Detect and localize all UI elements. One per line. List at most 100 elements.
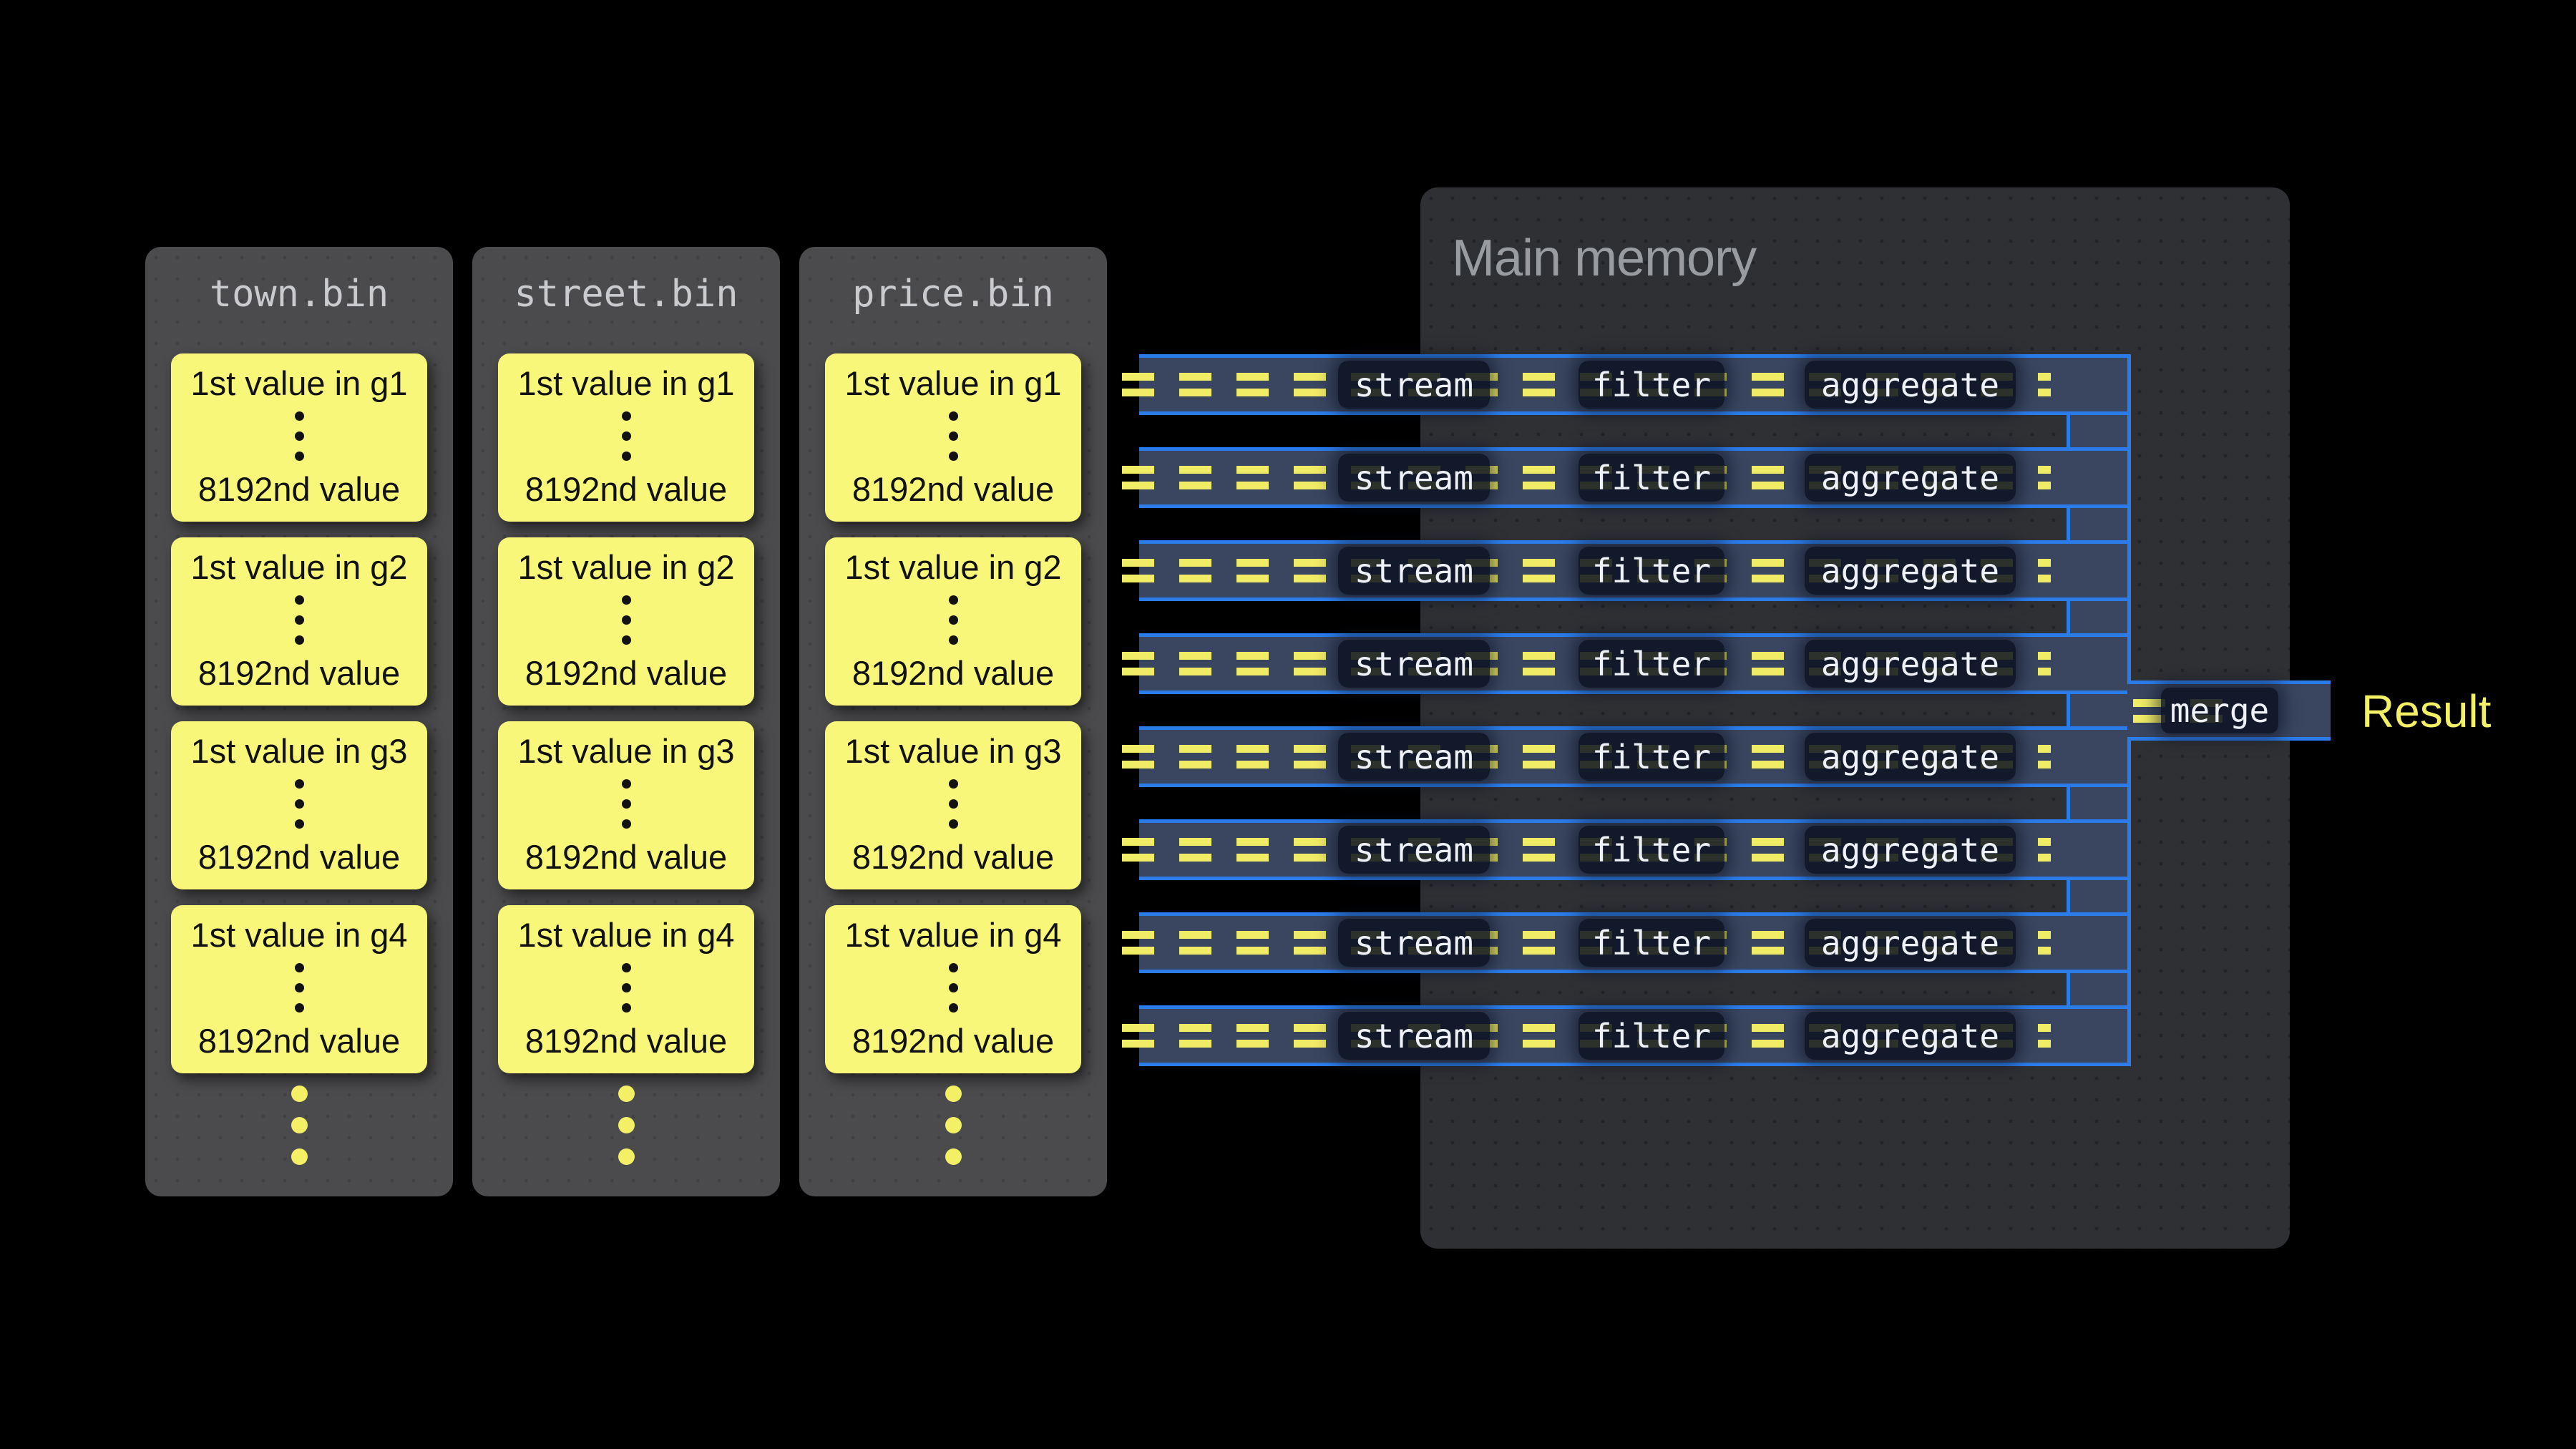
- granule-first-label: 1st value in g4: [517, 915, 734, 955]
- file-title: price.bin: [799, 247, 1107, 341]
- pipeline-lane-1: stream filter aggregate: [1139, 354, 2127, 415]
- granule-last-label: 8192nd value: [198, 469, 400, 509]
- ellipsis-vertical-icon: [472, 1085, 780, 1165]
- file-title: town.bin: [145, 247, 453, 341]
- stage-aggregate: aggregate: [1805, 454, 2016, 502]
- granule-last-label: 8192nd value: [852, 837, 1054, 877]
- granule-cell: 1st value in g3 8192nd value: [171, 721, 427, 889]
- stage-filter: filter: [1579, 1012, 1724, 1060]
- stage-filter: filter: [1579, 919, 1724, 967]
- stage-stream: stream: [1338, 919, 1490, 967]
- granule-first-label: 1st value in g4: [844, 915, 1061, 955]
- ellipsis-vertical-icon: [295, 779, 304, 829]
- granule-last-label: 8192nd value: [852, 469, 1054, 509]
- main-memory-title: Main memory: [1452, 229, 1756, 288]
- stage-filter: filter: [1579, 640, 1724, 688]
- lane-gap: [1139, 787, 2070, 819]
- stage-aggregate: aggregate: [1805, 361, 2016, 409]
- pipeline-right-border: [2127, 354, 2131, 680]
- file-column-price: price.bin 1st value in g1 8192nd value 1…: [799, 247, 1107, 1196]
- granule-cell: 1st value in g4 8192nd value: [171, 905, 427, 1073]
- ellipsis-vertical-icon: [622, 779, 631, 829]
- file-column-town: town.bin 1st value in g1 8192nd value 1s…: [145, 247, 453, 1196]
- granule-cell: 1st value in g1 8192nd value: [171, 353, 427, 522]
- pipeline-lane-3: stream filter aggregate: [1139, 540, 2127, 601]
- pipeline-right-border: [2127, 741, 2131, 1066]
- granule-first-label: 1st value in g4: [190, 915, 407, 955]
- granule-cell: 1st value in g2 8192nd value: [171, 537, 427, 706]
- pipeline-lane-7: stream filter aggregate: [1139, 912, 2127, 973]
- granule-first-label: 1st value in g1: [190, 364, 407, 403]
- lane-gap: [1139, 601, 2070, 633]
- granule-last-label: 8192nd value: [525, 837, 727, 877]
- ellipsis-vertical-icon: [949, 779, 958, 829]
- ellipsis-vertical-icon: [622, 411, 631, 461]
- stage-aggregate: aggregate: [1805, 826, 2016, 874]
- pipeline-lane-6: stream filter aggregate: [1139, 819, 2127, 880]
- granule-cell: 1st value in g4 8192nd value: [825, 905, 1081, 1073]
- granule-first-label: 1st value in g3: [517, 731, 734, 771]
- stage-aggregate: aggregate: [1805, 1012, 2016, 1060]
- ellipsis-vertical-icon: [145, 1085, 453, 1165]
- granule-last-label: 8192nd value: [198, 1021, 400, 1060]
- pipeline-lane-5: stream filter aggregate: [1139, 726, 2127, 787]
- ellipsis-vertical-icon: [295, 963, 304, 1013]
- stage-stream: stream: [1338, 826, 1490, 874]
- granule-first-label: 1st value in g1: [844, 364, 1061, 403]
- ellipsis-vertical-icon: [949, 963, 958, 1013]
- granule-cell: 1st value in g2 8192nd value: [825, 537, 1081, 706]
- ellipsis-vertical-icon: [949, 595, 958, 645]
- pipeline-lane-8: stream filter aggregate: [1139, 1005, 2127, 1066]
- stage-aggregate: aggregate: [1805, 733, 2016, 781]
- stage-aggregate: aggregate: [1805, 547, 2016, 595]
- ellipsis-vertical-icon: [295, 595, 304, 645]
- stage-stream: stream: [1338, 454, 1490, 502]
- stage-stream: stream: [1338, 1012, 1490, 1060]
- granule-last-label: 8192nd value: [852, 653, 1054, 693]
- ellipsis-vertical-icon: [799, 1085, 1107, 1165]
- stage-stream: stream: [1338, 547, 1490, 595]
- granule-first-label: 1st value in g3: [844, 731, 1061, 771]
- granule-last-label: 8192nd value: [525, 1021, 727, 1060]
- stage-aggregate: aggregate: [1805, 640, 2016, 688]
- granule-cell: 1st value in g2 8192nd value: [498, 537, 754, 706]
- stage-aggregate: aggregate: [1805, 919, 2016, 967]
- lane-gap: [1139, 973, 2070, 1005]
- stage-merge: merge: [2161, 688, 2278, 733]
- stage-filter: filter: [1579, 826, 1724, 874]
- ellipsis-vertical-icon: [295, 411, 304, 461]
- granule-first-label: 1st value in g2: [190, 547, 407, 587]
- granule-cell: 1st value in g3 8192nd value: [498, 721, 754, 889]
- file-title: street.bin: [472, 247, 780, 341]
- ellipsis-vertical-icon: [949, 411, 958, 461]
- granule-last-label: 8192nd value: [198, 837, 400, 877]
- granule-last-label: 8192nd value: [525, 469, 727, 509]
- granule-cell: 1st value in g1 8192nd value: [498, 353, 754, 522]
- granule-first-label: 1st value in g2: [844, 547, 1061, 587]
- granule-last-label: 8192nd value: [198, 653, 400, 693]
- lane-gap: [1139, 508, 2070, 540]
- pipeline-lane-2: stream filter aggregate: [1139, 447, 2127, 508]
- result-label: Result: [2361, 685, 2491, 738]
- granule-first-label: 1st value in g2: [517, 547, 734, 587]
- granule-first-label: 1st value in g1: [517, 364, 734, 403]
- pipeline-lane-4: stream filter aggregate: [1139, 633, 2127, 694]
- granule-cell: 1st value in g1 8192nd value: [825, 353, 1081, 522]
- file-column-street: street.bin 1st value in g1 8192nd value …: [472, 247, 780, 1196]
- ellipsis-vertical-icon: [622, 595, 631, 645]
- stage-stream: stream: [1338, 733, 1490, 781]
- granule-first-label: 1st value in g3: [190, 731, 407, 771]
- stage-filter: filter: [1579, 454, 1724, 502]
- pipeline-diagram: Main memory town.bin 1st value in g1 819…: [0, 0, 2576, 1449]
- ellipsis-vertical-icon: [622, 963, 631, 1013]
- stage-filter: filter: [1579, 361, 1724, 409]
- merge-band: merge: [2127, 680, 2331, 741]
- granule-last-label: 8192nd value: [852, 1021, 1054, 1060]
- lane-gap: [1139, 694, 2070, 726]
- lane-gap: [1139, 415, 2070, 447]
- stage-filter: filter: [1579, 733, 1724, 781]
- lane-gap: [1139, 880, 2070, 912]
- granule-cell: 1st value in g4 8192nd value: [498, 905, 754, 1073]
- granule-cell: 1st value in g3 8192nd value: [825, 721, 1081, 889]
- granule-last-label: 8192nd value: [525, 653, 727, 693]
